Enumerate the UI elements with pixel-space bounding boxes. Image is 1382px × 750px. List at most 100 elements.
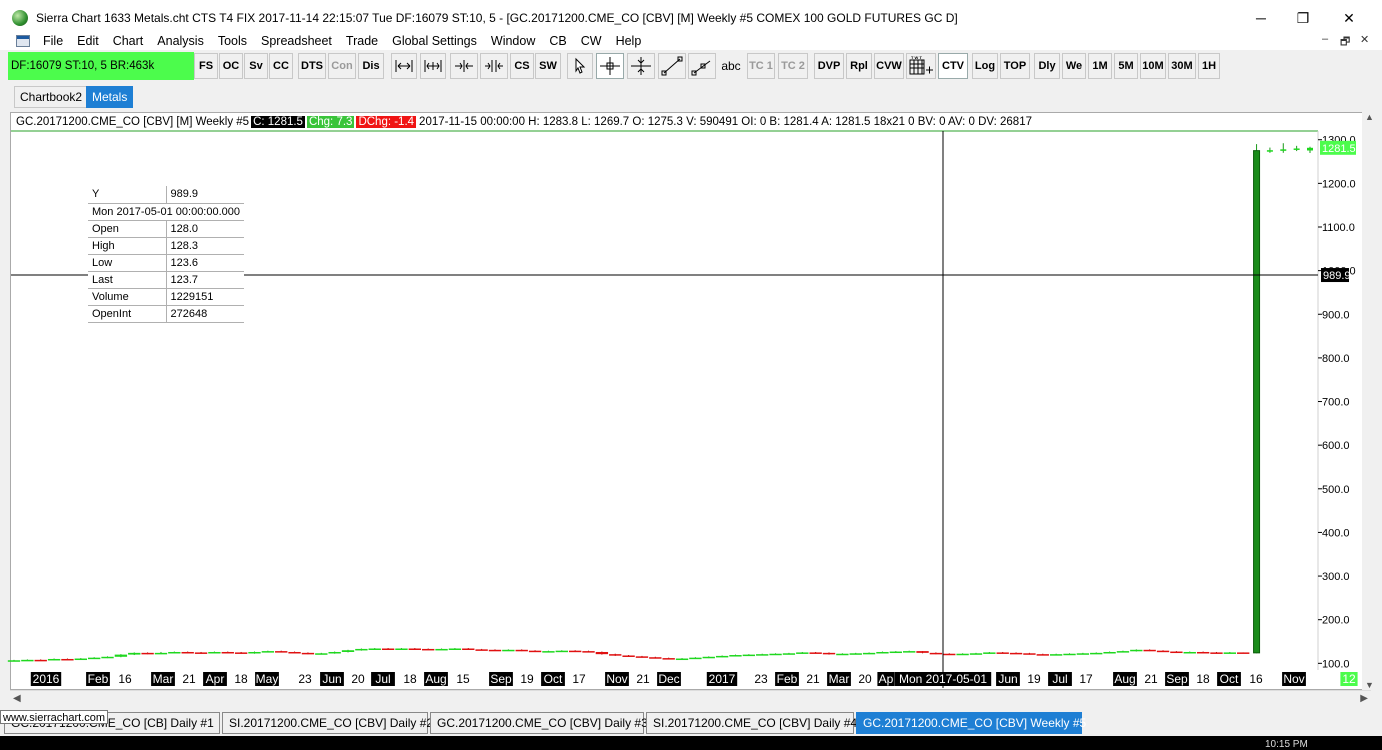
price-chart[interactable]: 1300.01200.01100.01000.0900.0800.0700.06… — [0, 0, 1382, 744]
x-tick-label: Jun — [998, 672, 1017, 686]
candle-bar — [448, 648, 462, 650]
candle-bar — [822, 652, 836, 655]
chart-header: GC.20171200.CME_CO [CBV] [M] Weekly #5 C… — [16, 115, 1032, 129]
candle-bar — [101, 656, 114, 659]
x-tick-label: Nov — [1283, 672, 1304, 686]
scroll-right-arrow[interactable]: ▶ — [1360, 693, 1368, 704]
candle-bar — [422, 648, 435, 651]
data-value: 272648 — [166, 305, 245, 323]
candle-bar — [1156, 650, 1170, 653]
x-tick-label: 16 — [118, 672, 132, 686]
candle-bar — [74, 658, 87, 661]
candle-bar — [889, 651, 902, 654]
candle-bar — [1253, 150, 1261, 654]
data-window-row: High 128.3 — [88, 237, 245, 255]
candle-bar — [1130, 649, 1143, 652]
candle-bar — [1023, 653, 1036, 655]
candle-bar — [742, 654, 756, 657]
chart-tab-2[interactable]: SI.20171200.CME_CO [CBV] Daily #2 — [222, 712, 433, 734]
candle-bar — [1223, 652, 1237, 654]
candle-bar — [408, 648, 422, 650]
y-tick-label: 100.0 — [1322, 658, 1350, 670]
candle-bar — [836, 653, 849, 656]
x-tick-label: Feb — [88, 672, 109, 686]
candle-bar — [87, 657, 101, 660]
candle-bar — [208, 651, 221, 654]
candle-bar — [568, 650, 582, 653]
x-tick-label: 21 — [1144, 672, 1158, 686]
data-label: OpenInt — [88, 305, 167, 323]
app-window: Sierra Chart 1633 Metals.cht CTS T4 FIX … — [0, 0, 1382, 750]
candle-bar — [943, 653, 956, 656]
x-tick-label: May — [256, 672, 279, 686]
candle-bar — [368, 648, 381, 650]
candle-bar — [288, 651, 301, 654]
data-value: 128.0 — [166, 220, 245, 238]
chart-tab-3[interactable]: GC.20171200.CME_CO [CBV] Daily #3 — [430, 712, 648, 734]
scroll-left-arrow[interactable]: ◀ — [13, 693, 21, 704]
candle-bar — [649, 657, 662, 659]
header-change: Chg: 7.3 — [306, 116, 355, 128]
data-value: 989.9 — [166, 186, 245, 204]
horizontal-scrollbar[interactable]: ◀ ▶ — [10, 690, 1371, 708]
x-tick-label: Apr — [206, 672, 225, 686]
candle-bar — [702, 656, 715, 659]
data-window: Y 989.9 Mon 2017-05-01 00:00:00.000 Open 1… — [88, 186, 245, 323]
candle-bar — [128, 652, 141, 655]
x-tick-label: 19 — [520, 672, 534, 686]
candle-bar — [261, 651, 275, 653]
candle-bar — [1307, 147, 1313, 151]
candle-bar — [47, 658, 61, 661]
x-tick-label: 17 — [1079, 672, 1093, 686]
x-tick-label: 19 — [1027, 672, 1041, 686]
candle-bar — [876, 651, 889, 654]
candle-bar — [756, 654, 769, 656]
candle-bar — [769, 653, 782, 656]
candle-bar — [7, 660, 21, 662]
y-tick-label: 1100.0 — [1322, 222, 1355, 234]
scroll-up-arrow[interactable]: ▲ — [1365, 112, 1374, 122]
candle-bar — [154, 652, 168, 655]
candle-bar — [609, 654, 622, 656]
candle-bar — [796, 652, 809, 654]
chart-tab-5[interactable]: GC.20171200.CME_CO [CBV] Weekly #5 — [856, 712, 1086, 734]
chart-tab-4[interactable]: SI.20171200.CME_CO [CBV] Daily #4 — [646, 712, 857, 734]
scroll-down-arrow[interactable]: ▼ — [1365, 680, 1374, 690]
y-tick-label: 500.0 — [1322, 484, 1350, 496]
vertical-scrollbar[interactable]: ▲ ▼ — [1362, 112, 1376, 690]
candle-bar — [61, 658, 74, 661]
candle-bar — [809, 652, 822, 654]
data-window-row: Low 123.6 — [88, 254, 245, 272]
candle-bar — [729, 655, 742, 657]
x-tick-label: Aug — [1114, 672, 1135, 686]
x-tick-label: 18 — [403, 672, 417, 686]
candle-bar — [194, 652, 208, 654]
candle-bar — [1076, 653, 1090, 655]
data-label: Y — [88, 186, 167, 204]
data-date: Mon 2017-05-01 00:00:00.000 — [88, 203, 245, 221]
candle-bar — [1210, 652, 1223, 654]
candle-bar — [675, 658, 689, 661]
candle-bar — [996, 652, 1009, 654]
candle-bar — [542, 651, 555, 653]
data-label: Last — [88, 271, 167, 289]
data-window-row: Last 123.7 — [88, 271, 245, 289]
candle-bar — [355, 648, 368, 651]
x-tick-label: Mon 2017-05-01 — [899, 672, 987, 686]
y-tick-label: 800.0 — [1322, 353, 1350, 365]
header-symbol: GC.20171200.CME_CO [CBV] [M] Weekly #5 — [16, 116, 250, 128]
candle-bar — [983, 652, 996, 654]
x-tick-label: Sep — [490, 672, 512, 686]
candle-bar — [34, 659, 47, 662]
y-tick-label: 400.0 — [1322, 527, 1350, 539]
x-tick-label: 16 — [1249, 672, 1263, 686]
candle-bar — [849, 653, 862, 655]
candle-bar — [902, 651, 916, 653]
y-tick-label: 200.0 — [1322, 615, 1350, 627]
candle-bar — [555, 650, 568, 653]
candle-bar — [1237, 652, 1250, 654]
data-window-row: Open 128.0 — [88, 220, 245, 238]
candle-bar — [528, 650, 542, 653]
x-tick-label: 23 — [298, 672, 312, 686]
x-tick-label: 20 — [858, 672, 872, 686]
